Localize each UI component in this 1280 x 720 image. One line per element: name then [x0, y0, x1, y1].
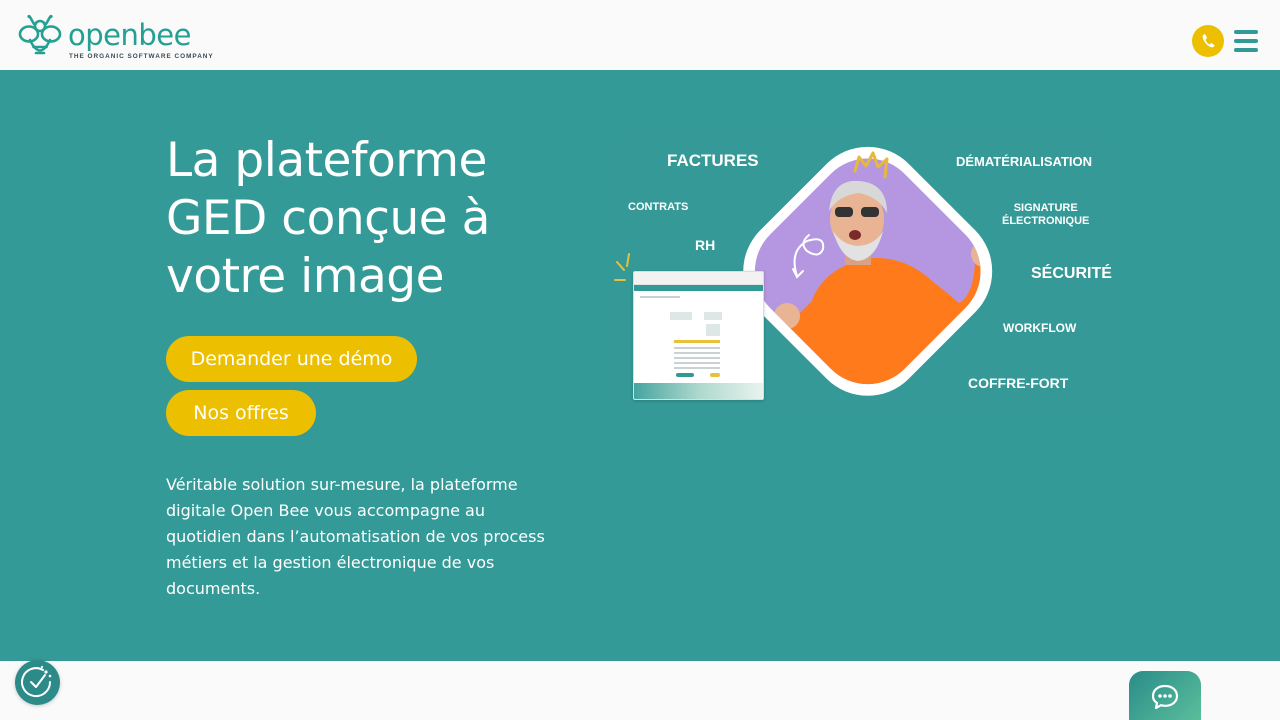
label-signature-line2: ÉLECTRONIQUE [1002, 215, 1090, 227]
request-demo-button[interactable]: Demander une démo [166, 336, 417, 382]
site-header: openbee THE ORGANIC SOFTWARE COMPANY [0, 0, 1280, 70]
cookie-consent-button[interactable] [15, 660, 60, 705]
mockup-line [704, 312, 722, 320]
bee-logo-icon [18, 14, 62, 55]
phone-button[interactable] [1192, 25, 1224, 57]
mockup-line [706, 324, 720, 336]
menu-bar [1234, 39, 1258, 43]
label-signature-line1: SIGNATURE [1013, 202, 1078, 214]
label-contrats: CONTRATS [628, 201, 689, 213]
hamburger-menu-button[interactable] [1234, 30, 1258, 52]
mockup-topbar [634, 272, 763, 285]
chat-bubble-icon [1151, 684, 1179, 710]
label-signature-electronique: SIGNATURE ÉLECTRONIQUE [1002, 202, 1089, 228]
mockup-line [674, 357, 720, 359]
mockup-line [674, 362, 720, 364]
phone-icon [1202, 34, 1215, 48]
mockup-button [676, 373, 694, 377]
our-offers-button[interactable]: Nos offres [166, 390, 316, 436]
cookie-consent-icon [21, 665, 52, 698]
mockup-line [674, 347, 720, 349]
mockup-button [710, 373, 720, 377]
menu-bar [1234, 48, 1258, 52]
mockup-fade [634, 383, 763, 399]
app-screenshot-mockup [633, 271, 764, 400]
mockup-header-bar [634, 285, 763, 291]
hero-description: Véritable solution sur-mesure, la platef… [166, 475, 545, 598]
chat-widget-button[interactable] [1129, 671, 1201, 720]
hero-illustration: FACTURES CONTRATS RH DÉMATÉRIALISATION S… [612, 131, 1117, 413]
label-factures: FACTURES [667, 151, 759, 170]
hamburger-menu-icon [1234, 30, 1258, 34]
logo-tagline: THE ORGANIC SOFTWARE COMPANY [69, 53, 214, 60]
openbee-logo[interactable]: openbee THE ORGANIC SOFTWARE COMPANY [18, 14, 213, 62]
mockup-line [640, 296, 680, 298]
mockup-line [670, 312, 692, 320]
spark-lines [614, 253, 630, 281]
dancing-man-illustration [743, 146, 997, 406]
label-coffre-fort: COFFRE-FORT [968, 375, 1069, 391]
label-securite: SÉCURITÉ [1031, 265, 1112, 282]
label-workflow: WORKFLOW [1003, 321, 1077, 335]
logo-wordmark: openbee [68, 18, 191, 52]
mockup-line [674, 352, 720, 354]
mockup-table-header [674, 340, 720, 343]
label-dematerialisation: DÉMATÉRIALISATION [956, 154, 1093, 169]
mockup-line [674, 367, 720, 369]
label-rh: RH [695, 237, 716, 253]
hero-title: La plateforme GED conçue à votre image [166, 133, 490, 304]
